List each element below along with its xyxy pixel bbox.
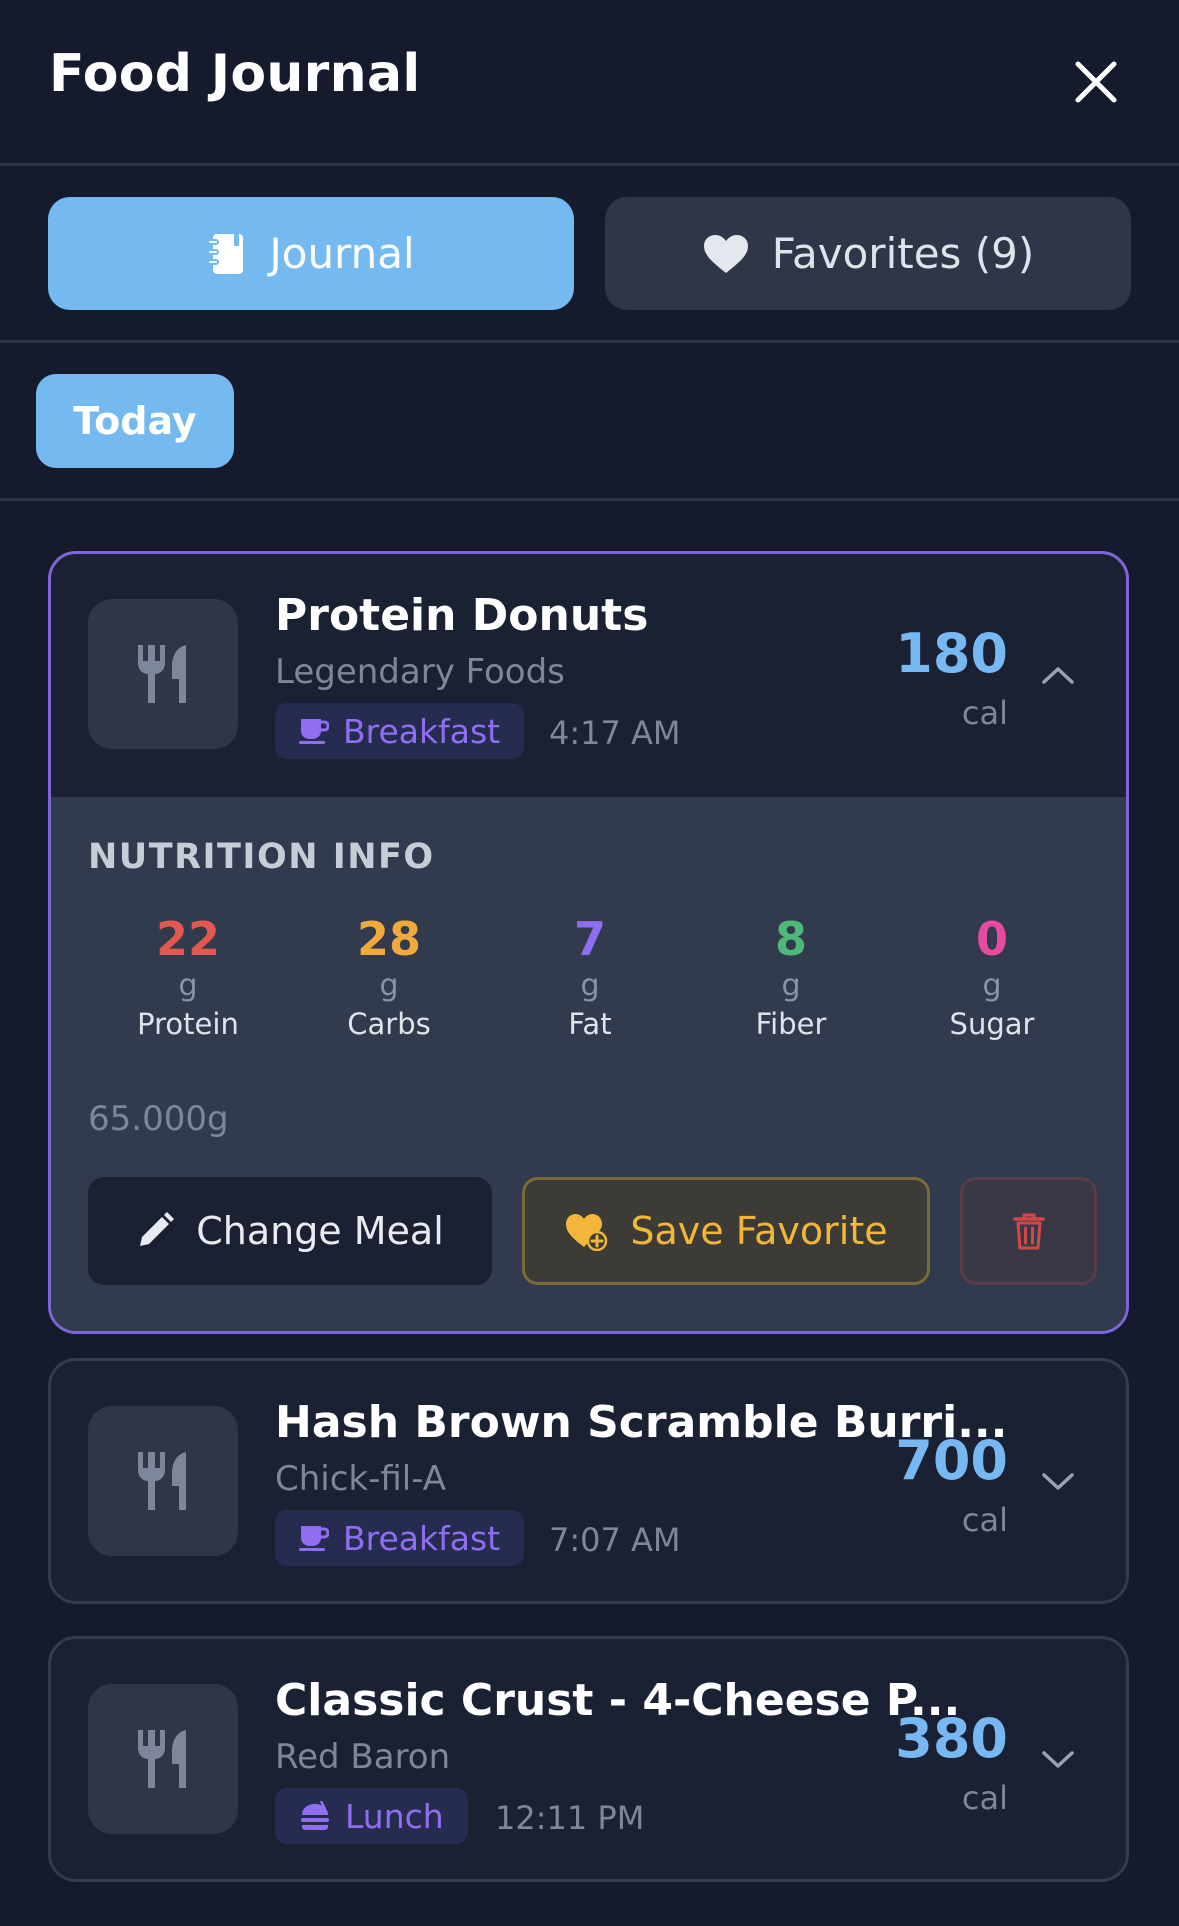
meal-badge: Lunch xyxy=(275,1788,468,1844)
food-brand: Red Baron xyxy=(275,1737,451,1777)
calories-unit: cal xyxy=(961,1501,1008,1539)
serving-size: 65.000g xyxy=(88,1099,229,1139)
entry-actions: Change Meal Save Favorite xyxy=(88,1177,1097,1285)
macro-unit: g xyxy=(178,968,198,1003)
chevron-down-icon xyxy=(1042,1473,1074,1490)
macro-value: 7 xyxy=(573,912,606,966)
macro-carbs: 28 g Carbs xyxy=(289,912,489,1042)
macro-name: Protein xyxy=(137,1007,239,1041)
save-favorite-label: Save Favorite xyxy=(630,1209,888,1253)
date-filter-row: Today xyxy=(0,343,1179,501)
tab-journal[interactable]: Journal xyxy=(48,197,574,310)
chevron-up-icon xyxy=(1042,667,1074,684)
collapse-toggle[interactable] xyxy=(1038,660,1078,690)
calories-value: 700 xyxy=(895,1429,1008,1492)
calories-value: 180 xyxy=(895,622,1008,685)
entry-time: 12:11 PM xyxy=(495,1799,645,1837)
macro-unit: g xyxy=(781,968,801,1003)
journal-entry-card[interactable]: Protein Donuts Legendary Foods Breakfast… xyxy=(48,551,1129,1334)
burger-icon xyxy=(301,1801,329,1830)
page-title: Food Journal xyxy=(49,44,421,104)
tab-favorites-label: Favorites (9) xyxy=(771,229,1035,278)
entry-time: 4:17 AM xyxy=(549,714,681,752)
macro-unit: g xyxy=(982,968,1002,1003)
journal-entry-card[interactable]: Hash Brown Scramble Burri... Chick-fil-A… xyxy=(48,1358,1129,1604)
change-meal-label: Change Meal xyxy=(196,1209,444,1253)
food-thumbnail xyxy=(88,1406,238,1556)
change-meal-button[interactable]: Change Meal xyxy=(88,1177,492,1285)
macro-value: 0 xyxy=(975,912,1008,966)
food-journal-screen: Food Journal Journal Favorites (9) Today… xyxy=(0,0,1179,1926)
macro-name: Carbs xyxy=(347,1007,431,1041)
macro-protein: 22 g Protein xyxy=(88,912,288,1042)
macro-sugar: 0 g Sugar xyxy=(892,912,1092,1042)
calories-unit: cal xyxy=(961,1779,1008,1817)
heart-plus-icon xyxy=(566,1214,608,1251)
tab-journal-label: Journal xyxy=(269,229,415,278)
utensils-icon xyxy=(138,645,186,703)
save-favorite-button[interactable]: Save Favorite xyxy=(522,1177,930,1285)
food-brand: Legendary Foods xyxy=(275,652,565,692)
meal-badge-label: Breakfast xyxy=(343,711,501,751)
header: Food Journal xyxy=(0,0,1179,166)
calories-value: 380 xyxy=(895,1707,1008,1770)
meal-badge-label: Lunch xyxy=(345,1796,444,1836)
macro-fat: 7 g Fat xyxy=(490,912,690,1042)
macro-value: 8 xyxy=(774,912,807,966)
utensils-icon xyxy=(138,1730,186,1788)
entry-header[interactable]: Protein Donuts Legendary Foods Breakfast… xyxy=(51,554,1126,797)
journal-entry-card[interactable]: Classic Crust - 4-Cheese P... Red Baron … xyxy=(48,1636,1129,1882)
coffee-cup-icon xyxy=(299,719,329,744)
tab-bar: Journal Favorites (9) xyxy=(0,166,1179,343)
meal-badge: Breakfast xyxy=(275,1510,525,1566)
food-thumbnail xyxy=(88,599,238,749)
macro-unit: g xyxy=(379,968,399,1003)
macro-name: Fat xyxy=(568,1007,612,1041)
macro-unit: g xyxy=(580,968,600,1003)
journal-icon xyxy=(207,233,244,274)
delete-entry-button[interactable] xyxy=(960,1177,1097,1285)
heart-icon xyxy=(703,234,748,273)
close-icon xyxy=(1075,61,1117,103)
macro-value: 22 xyxy=(155,912,220,966)
today-button[interactable]: Today xyxy=(36,374,234,468)
macro-name: Fiber xyxy=(755,1007,827,1041)
entry-header[interactable]: Classic Crust - 4-Cheese P... Red Baron … xyxy=(51,1639,1126,1879)
macro-value: 28 xyxy=(356,912,421,966)
macro-fiber: 8 g Fiber xyxy=(691,912,891,1042)
food-thumbnail xyxy=(88,1684,238,1834)
pencil-icon xyxy=(140,1212,175,1246)
nutrition-panel: NUTRITION INFO 22 g Protein 28 g Carbs 7… xyxy=(51,797,1126,1331)
entry-time: 7:07 AM xyxy=(549,1521,681,1559)
food-name: Classic Crust - 4-Cheese P... xyxy=(275,1675,961,1726)
close-button[interactable] xyxy=(1065,51,1127,113)
coffee-cup-icon xyxy=(299,1526,329,1551)
macro-name: Sugar xyxy=(949,1007,1035,1041)
chevron-down-icon xyxy=(1042,1751,1074,1768)
food-name: Protein Donuts xyxy=(275,590,649,641)
trash-icon xyxy=(1012,1213,1045,1250)
meal-badge: Breakfast xyxy=(275,703,525,759)
food-brand: Chick-fil-A xyxy=(275,1459,447,1499)
entry-header[interactable]: Hash Brown Scramble Burri... Chick-fil-A… xyxy=(51,1361,1126,1601)
utensils-icon xyxy=(138,1452,186,1510)
calories-unit: cal xyxy=(961,694,1008,732)
meal-badge-label: Breakfast xyxy=(343,1518,501,1558)
nutrition-heading: NUTRITION INFO xyxy=(88,837,435,877)
tab-favorites[interactable]: Favorites (9) xyxy=(605,197,1131,310)
expand-toggle[interactable] xyxy=(1038,1745,1078,1775)
expand-toggle[interactable] xyxy=(1038,1467,1078,1497)
